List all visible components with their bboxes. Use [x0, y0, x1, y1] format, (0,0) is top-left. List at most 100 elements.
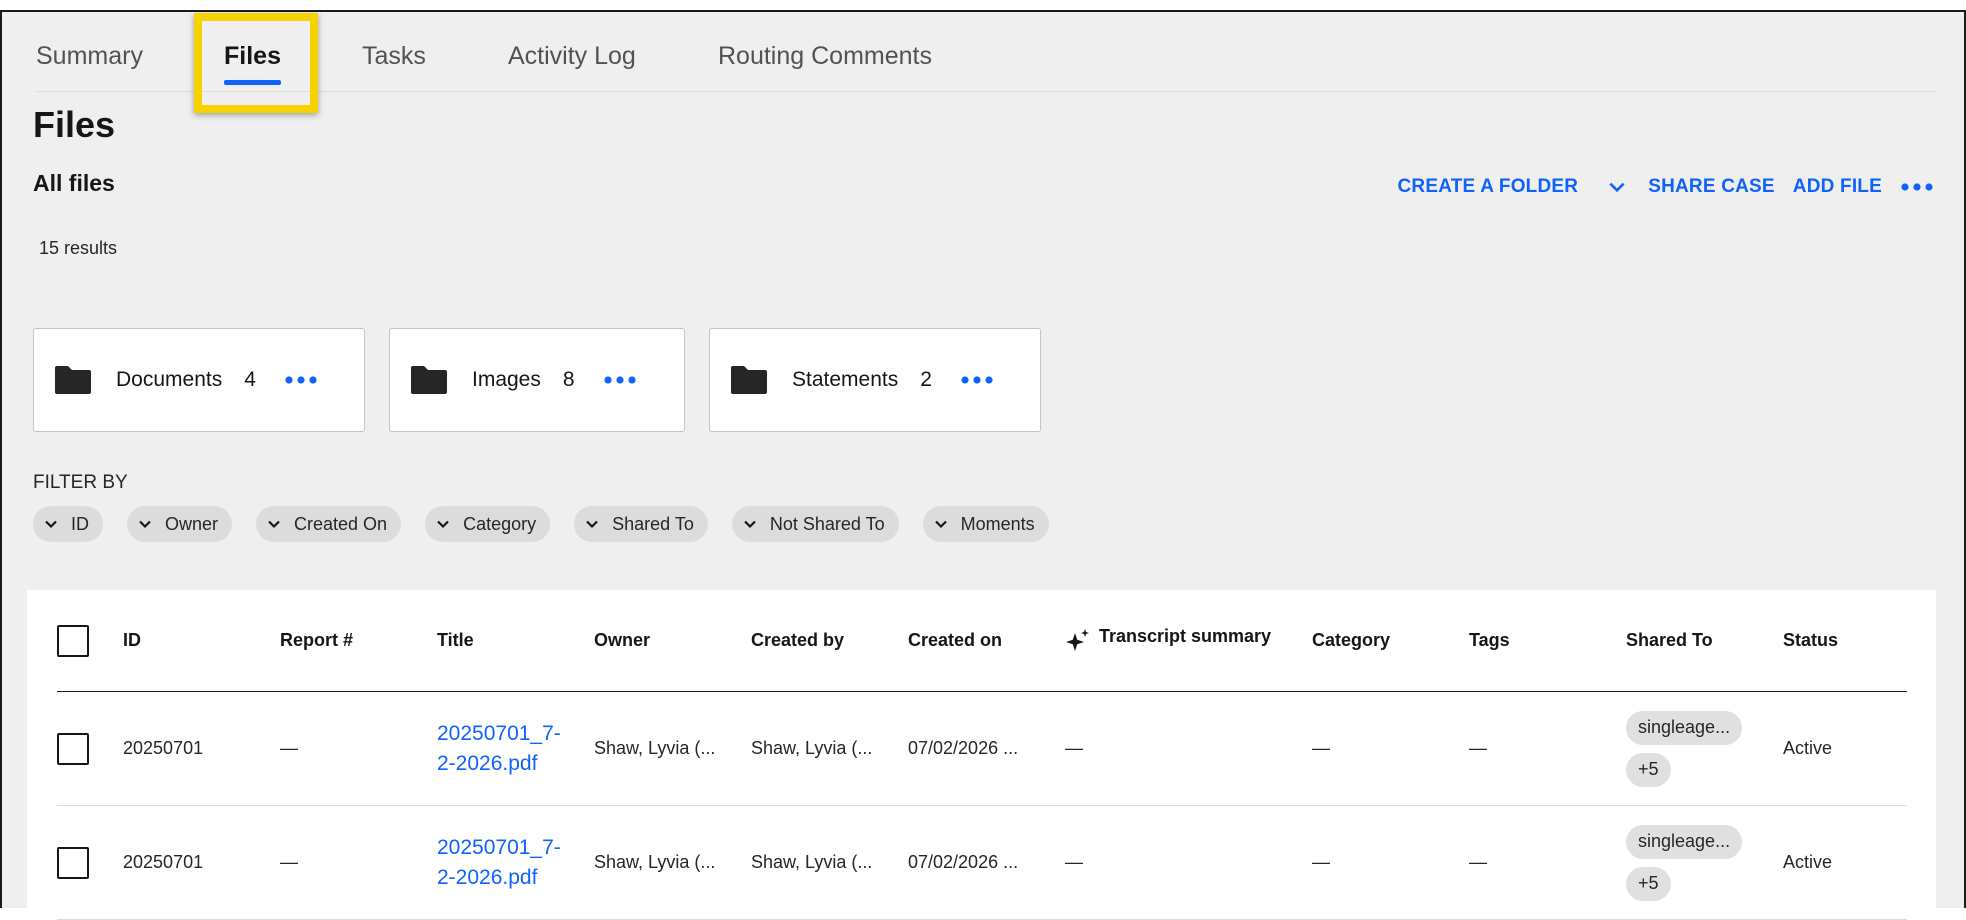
file-title-line2: 2-2026.pdf	[437, 751, 538, 775]
folder-overflow-menu-icon[interactable]	[960, 370, 994, 390]
chevron-down-icon	[934, 520, 947, 529]
filter-by-label: FILTER BY	[33, 472, 128, 493]
cell-tags: —	[1469, 738, 1487, 758]
tab-summary-label: Summary	[36, 41, 143, 70]
cell-title: 20250701_7- 2-2026.pdf	[437, 692, 587, 805]
tab-tasks[interactable]: Tasks	[362, 20, 508, 92]
cell-shared-to: singleage... +5	[1626, 806, 1743, 919]
select-all-cell	[57, 590, 89, 691]
column-header-id[interactable]: ID	[123, 590, 141, 691]
cell-status: Active	[1783, 852, 1833, 872]
cell-owner: Shaw, Lyvia (...	[594, 852, 716, 872]
file-title-link[interactable]: 20250701_7- 2-2026.pdf	[437, 833, 587, 893]
column-header-title[interactable]: Title	[437, 590, 474, 691]
results-count: 15 results	[39, 238, 118, 258]
active-tab-indicator	[224, 79, 281, 85]
chevron-down-icon	[437, 520, 449, 529]
row-select-cell	[57, 806, 89, 919]
row-checkbox[interactable]	[57, 846, 89, 879]
filter-chip-not-shared-to[interactable]: Not Shared To	[731, 506, 899, 542]
table-row[interactable]: 20250701 — 20250701_7- 2-2026.pdf Shaw, L…	[57, 806, 1907, 920]
column-header-owner[interactable]: Owner	[594, 590, 650, 691]
app-frame: Summary Files Tasks Activity Log Routing…	[0, 10, 1966, 920]
cell-created-on: 07/02/2026 ...	[908, 852, 1019, 872]
select-all-checkbox[interactable]	[57, 624, 89, 657]
shared-to-tag[interactable]: singleage...	[1626, 824, 1743, 859]
add-file-button[interactable]: ADD FILE	[1793, 176, 1882, 198]
column-header-report[interactable]: Report #	[280, 590, 353, 691]
folder-name: Images	[472, 368, 541, 391]
cell-title: 20250701_7- 2-2026.pdf	[437, 806, 587, 919]
cell-created-by: Shaw, Lyvia (...	[751, 852, 873, 872]
file-title-line1: 20250701_7-	[437, 835, 561, 859]
column-header-category[interactable]: Category	[1312, 590, 1390, 691]
shared-to-more-tag[interactable]: +5	[1626, 752, 1671, 787]
folder-overflow-menu-icon[interactable]	[603, 370, 637, 390]
filter-chips: ID Owner Created On Category Shared To N…	[33, 506, 1073, 542]
tab-summary[interactable]: Summary	[36, 20, 224, 92]
column-header-status[interactable]: Status	[1783, 590, 1838, 691]
tab-routing-comments[interactable]: Routing Comments	[718, 20, 958, 92]
row-select-cell	[57, 692, 89, 805]
folder-icon	[411, 366, 447, 394]
folder-icon	[55, 366, 91, 394]
chevron-down-icon	[45, 520, 57, 529]
folder-overflow-menu-icon[interactable]	[284, 370, 318, 390]
file-toolbar: CREATE A FOLDER SHARE CASE ADD FILE	[1380, 172, 1934, 202]
filter-chip-label: Created On	[294, 513, 388, 534]
cell-category: —	[1312, 852, 1330, 872]
cell-id: 20250701	[123, 738, 204, 758]
column-header-transcript-summary[interactable]: Transcript summary	[1065, 590, 1271, 691]
folder-icon	[731, 366, 767, 394]
create-folder-button[interactable]: CREATE A FOLDER	[1398, 176, 1579, 198]
cell-status: Active	[1783, 738, 1833, 758]
column-header-transcript-label: Transcript summary	[1099, 626, 1272, 646]
filter-chip-label: Moments	[960, 513, 1035, 534]
folder-name: Statements	[792, 368, 899, 391]
folder-list: Documents 4 Images 8 Statements 2	[33, 328, 1065, 432]
filter-chip-moments[interactable]: Moments	[922, 506, 1049, 542]
files-table-card: ID Report # Title Owner Created by Creat…	[27, 590, 1936, 920]
tab-files-label-wrap: Files	[224, 42, 281, 85]
table-row[interactable]: 20250701 — 20250701_7- 2-2026.pdf Shaw, L…	[57, 692, 1907, 806]
folder-card-documents[interactable]: Documents 4	[33, 328, 365, 432]
filter-chip-label: Owner	[165, 513, 219, 534]
tab-activity-log-label: Activity Log	[508, 41, 636, 70]
cell-owner: Shaw, Lyvia (...	[594, 738, 716, 758]
page-title: Files	[33, 104, 116, 145]
cell-shared-to: singleage... +5	[1626, 692, 1743, 805]
share-case-button[interactable]: SHARE CASE	[1648, 176, 1775, 198]
tab-files[interactable]: Files	[224, 20, 362, 92]
overflow-menu-icon[interactable]	[1900, 177, 1934, 197]
cell-transcript-summary: —	[1065, 852, 1083, 872]
folder-card-images[interactable]: Images 8	[389, 328, 685, 432]
filter-chip-owner[interactable]: Owner	[127, 506, 233, 542]
shared-to-tag[interactable]: singleage...	[1626, 710, 1743, 745]
file-title-link[interactable]: 20250701_7- 2-2026.pdf	[437, 719, 587, 779]
filter-chip-shared-to[interactable]: Shared To	[574, 506, 708, 542]
filter-chip-created-on[interactable]: Created On	[256, 506, 402, 542]
tab-activity-log[interactable]: Activity Log	[508, 20, 718, 92]
cell-report: —	[280, 852, 298, 872]
column-header-tags[interactable]: Tags	[1469, 590, 1510, 691]
folder-card-statements[interactable]: Statements 2	[709, 328, 1041, 432]
folder-count: 4	[244, 368, 256, 391]
tab-routing-comments-label: Routing Comments	[718, 41, 932, 70]
folder-count: 2	[920, 368, 932, 391]
file-title-line1: 20250701_7-	[437, 721, 561, 745]
cell-category: —	[1312, 738, 1330, 758]
filter-chip-label: Not Shared To	[769, 513, 885, 534]
column-header-shared-to[interactable]: Shared To	[1626, 590, 1713, 691]
shared-to-more-tag[interactable]: +5	[1626, 866, 1671, 901]
column-header-created-by[interactable]: Created by	[751, 590, 844, 691]
column-header-created-on[interactable]: Created on	[908, 590, 1002, 691]
file-title-line2: 2-2026.pdf	[437, 865, 538, 889]
row-checkbox[interactable]	[57, 732, 89, 765]
filter-chip-category[interactable]: Category	[425, 506, 551, 542]
chevron-down-icon[interactable]	[1606, 176, 1628, 198]
chevron-down-icon	[586, 520, 598, 529]
filter-chip-id[interactable]: ID	[33, 506, 103, 542]
cell-created-by: Shaw, Lyvia (...	[751, 738, 873, 758]
cell-tags: —	[1469, 852, 1487, 872]
section-subtitle: All files	[33, 170, 115, 196]
